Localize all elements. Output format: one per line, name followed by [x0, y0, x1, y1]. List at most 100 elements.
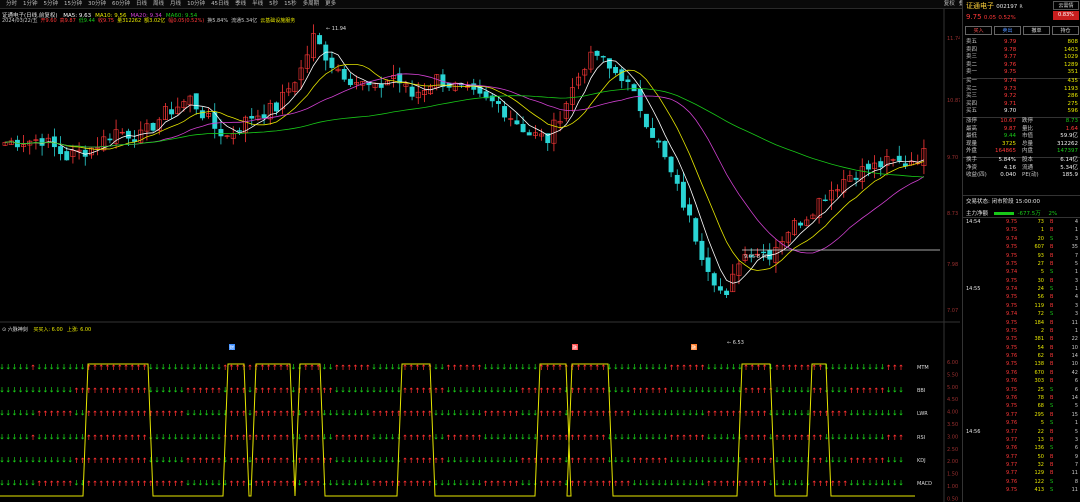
signal-arrow-up	[812, 387, 816, 393]
signal-arrow-down	[223, 387, 227, 393]
candle-body	[711, 273, 717, 286]
timeframe-tab[interactable]: 10分钟	[187, 0, 205, 9]
cloud-button[interactable]: 云需情	[1053, 1, 1079, 10]
signal-arrow-down	[0, 457, 4, 463]
signal-arrow-up	[260, 410, 264, 416]
tick-volume: 27	[1037, 260, 1044, 267]
candle-body	[193, 93, 199, 110]
tick-price: 9.75	[1006, 219, 1018, 225]
candle-body	[668, 156, 674, 173]
signal-arrow-up	[105, 410, 109, 416]
signal-arrow-up	[632, 387, 636, 393]
signal-arrow-up	[403, 457, 407, 463]
signal-arrow-up	[862, 457, 866, 463]
signal-arrow-up	[112, 434, 116, 440]
bid-row[interactable]: 买五 9.70 596	[966, 108, 1078, 116]
timeframe-tab[interactable]: 1分钟	[23, 0, 38, 9]
signal-arrow-down	[806, 387, 810, 393]
timeframe-tab[interactable]: 多周期	[303, 0, 320, 9]
signal-arrow-down	[446, 387, 450, 393]
signal-arrow-down	[440, 480, 444, 486]
signal-arrow-down	[794, 480, 798, 486]
timeframe-tab[interactable]: 半线	[252, 0, 263, 9]
tick-row: 9.76 670 B 42	[966, 370, 1078, 376]
signal-arrow-up	[756, 387, 760, 393]
tick-price: 9.74	[1006, 269, 1018, 276]
ask-row[interactable]: 卖四 9.78 1403	[966, 47, 1078, 55]
signal-arrow-down	[837, 457, 841, 463]
timeframe-tab[interactable]: 30分钟	[88, 0, 106, 9]
ask-row[interactable]: 卖一 9.75 351	[966, 69, 1078, 77]
signal-arrow-down	[440, 410, 444, 416]
timeframe-tab[interactable]: 5秒	[269, 0, 278, 9]
tick-price: 9.77	[1006, 470, 1018, 477]
tick-row: 9.75 119 B 3	[966, 303, 1078, 309]
timeframe-tab[interactable]: 5分钟	[44, 0, 59, 9]
tick-side: B	[1050, 470, 1054, 477]
candle-body	[169, 109, 175, 115]
tick-volume: 2	[1040, 327, 1044, 334]
signal-arrow-down	[682, 387, 686, 393]
signal-arrow-up	[818, 364, 822, 370]
signal-arrow-up	[787, 434, 791, 440]
stat-row: 最低 9.44 市值 59.9亿	[966, 133, 1078, 141]
tick-row: 9.77 129 B 11	[966, 470, 1078, 476]
candle-body	[650, 127, 656, 138]
timeframe-tab[interactable]: 60分钟	[112, 0, 130, 9]
signal-arrow-up	[93, 457, 97, 463]
position-button[interactable]: 持仓	[1052, 26, 1079, 35]
bid-row[interactable]: 买一 9.74 435	[966, 78, 1078, 86]
bid-row[interactable]: 买三 9.72 286	[966, 93, 1078, 101]
signal-arrow-up	[149, 480, 153, 486]
timeframe-tab[interactable]: 45日线	[211, 0, 229, 9]
signal-arrow-down	[670, 457, 674, 463]
signal-arrow-down	[880, 434, 884, 440]
signal-arrow-up	[229, 480, 233, 486]
signal-arrow-down	[248, 457, 252, 463]
signal-arrow-up	[583, 387, 587, 393]
toolbar-item[interactable]: 复权	[944, 0, 955, 9]
tick-price: 9.75	[1006, 244, 1018, 251]
timeframe-tab[interactable]: 日线	[136, 0, 147, 9]
ask-row[interactable]: 卖二 9.76 1289	[966, 62, 1078, 70]
signal-arrow-up	[484, 410, 488, 416]
kline-chart[interactable]: 11.74 10.87 9.70 8.73 7.98 7.07 ← 11.94 ← 6.53 9…	[0, 9, 960, 502]
timeframe-tab[interactable]: 更多	[325, 0, 336, 9]
timeframe-tab[interactable]: 15秒	[284, 0, 297, 9]
signal-arrow-down	[248, 480, 252, 486]
tick-price: 9.75	[1006, 344, 1018, 351]
signal-arrow-down	[831, 457, 835, 463]
signal-arrow-up	[589, 387, 593, 393]
signal-arrow-down	[440, 364, 444, 370]
signal-arrow-up	[589, 480, 593, 486]
tick-row: 9.75 25 S 6	[966, 387, 1078, 393]
buy-button[interactable]: 买入	[965, 26, 992, 35]
sell-button[interactable]: 卖出	[994, 26, 1021, 35]
tick-price: 9.75	[1006, 336, 1018, 343]
stat-value: 164865	[995, 148, 1016, 155]
signal-arrow-down	[205, 410, 209, 416]
ask-row[interactable]: 卖三 9.77 1029	[966, 54, 1078, 62]
signal-arrow-up	[601, 410, 605, 416]
signal-arrow-down	[68, 457, 72, 463]
price-axis-label: 7.98	[947, 262, 958, 268]
cancel-order-button[interactable]: 撤单	[1023, 26, 1050, 35]
signal-arrow-up	[56, 480, 60, 486]
signal-arrow-up	[502, 480, 506, 486]
indicator-axis-label: 1.50	[947, 472, 958, 478]
signal-arrow-down	[434, 434, 438, 440]
timeframe-tab[interactable]: 15分钟	[64, 0, 82, 9]
timeframe-tab[interactable]: 季线	[235, 0, 246, 9]
signal-arrow-down	[639, 410, 643, 416]
price-axis-label: 8.73	[947, 211, 958, 217]
ask-row[interactable]: 卖五 9.79 808	[966, 39, 1078, 47]
tick-count: 1	[1074, 227, 1078, 234]
indicator-name[interactable]: 六脉神剑	[8, 327, 28, 333]
timeframe-tab[interactable]: 周线	[153, 0, 164, 9]
bid-row[interactable]: 买四 9.71 275	[966, 101, 1078, 109]
signal-arrow-up	[279, 364, 283, 370]
timeframe-tab[interactable]: 分时	[6, 0, 17, 9]
timeframe-tab[interactable]: 月线	[170, 0, 181, 9]
bid-row[interactable]: 买二 9.73 1193	[966, 86, 1078, 94]
signal-arrow-down	[701, 410, 705, 416]
